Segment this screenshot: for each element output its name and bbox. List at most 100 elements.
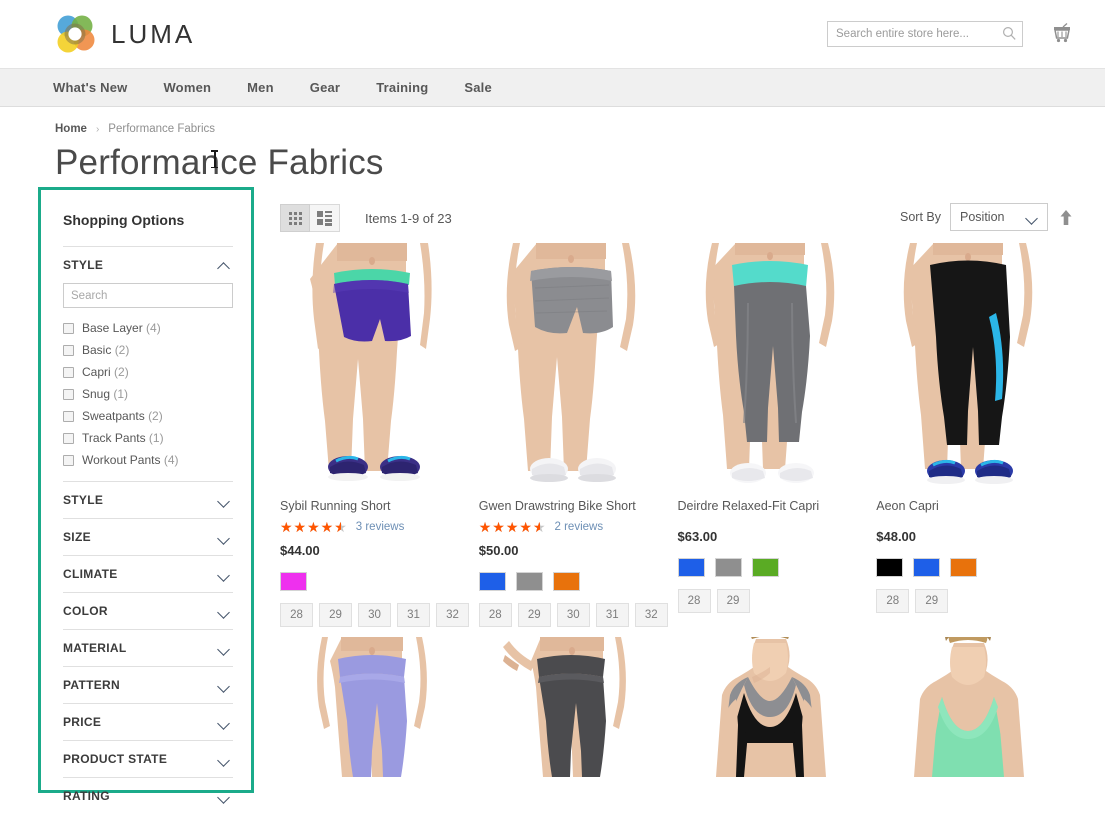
list-view-icon[interactable] xyxy=(310,204,340,232)
color-swatch[interactable] xyxy=(751,558,779,577)
product-image-gray-bike-shorts[interactable] xyxy=(478,243,663,486)
nav-item-gear[interactable]: Gear xyxy=(310,80,340,95)
checkbox-track-pants[interactable] xyxy=(63,432,74,444)
sort-by-select[interactable]: Position xyxy=(950,203,1048,231)
product-name[interactable]: Deirdre Relaxed-Fit Capri xyxy=(678,499,873,513)
filter-material[interactable]: MATERIAL xyxy=(63,629,233,666)
size-option[interactable]: 31 xyxy=(595,603,629,627)
product-name[interactable]: Sybil Running Short xyxy=(280,499,475,513)
product-name[interactable]: Aeon Capri xyxy=(876,499,1071,513)
nav-item-whats-new[interactable]: What's New xyxy=(53,80,127,95)
color-swatch[interactable] xyxy=(552,572,580,591)
size-option[interactable]: 30 xyxy=(556,603,590,627)
size-option[interactable]: 28 xyxy=(876,589,910,613)
product-image-gray-capri[interactable] xyxy=(677,243,862,486)
filter-price-header[interactable]: PRICE xyxy=(63,704,233,740)
chevron-down-icon[interactable] xyxy=(218,792,231,801)
filter-rating-header[interactable]: RATING xyxy=(63,778,233,814)
product-image-light-purple-leggings[interactable] xyxy=(280,637,464,777)
color-swatch[interactable] xyxy=(714,558,742,577)
chevron-down-icon[interactable] xyxy=(218,718,231,727)
color-swatch[interactable] xyxy=(677,558,705,577)
size-option[interactable]: 29 xyxy=(915,589,949,613)
size-option[interactable]: 30 xyxy=(358,603,391,627)
color-swatch[interactable] xyxy=(515,572,543,591)
filter-price[interactable]: PRICE xyxy=(63,703,233,740)
chevron-down-icon[interactable] xyxy=(218,607,231,616)
product-image-dark-gray-leggings[interactable] xyxy=(478,637,663,777)
product-image-mint-tank-top[interactable] xyxy=(876,637,1061,777)
size-option[interactable]: 28 xyxy=(280,603,313,627)
filter-color-header[interactable]: COLOR xyxy=(63,593,233,629)
filter-color[interactable]: COLOR xyxy=(63,592,233,629)
nav-item-men[interactable]: Men xyxy=(247,80,274,95)
checkbox-sweatpants[interactable] xyxy=(63,410,74,422)
filter-option-track-pants[interactable]: Track Pants (1) xyxy=(63,427,233,449)
size-option[interactable]: 29 xyxy=(716,589,750,613)
filter-rating[interactable]: RATING xyxy=(63,777,233,814)
size-option[interactable]: 29 xyxy=(517,603,551,627)
filter-option-basic[interactable]: Basic (2) xyxy=(63,339,233,361)
filter-climate-header[interactable]: CLIMATE xyxy=(63,556,233,592)
chevron-down-icon[interactable] xyxy=(218,570,231,579)
filter-style-header-collapsed[interactable]: STYLE xyxy=(63,482,233,518)
color-swatch[interactable] xyxy=(876,558,904,577)
chevron-down-icon[interactable] xyxy=(218,496,231,505)
filter-option-sweatpants[interactable]: Sweatpants (2) xyxy=(63,405,233,427)
filter-option-snug[interactable]: Snug (1) xyxy=(63,383,233,405)
chevron-down-icon[interactable] xyxy=(218,681,231,690)
filter-style[interactable]: STYLE xyxy=(63,481,233,518)
color-swatch[interactable] xyxy=(280,572,307,591)
breadcrumb-home[interactable]: Home xyxy=(55,123,87,135)
filter-option-workout-pants[interactable]: Workout Pants (4) xyxy=(63,449,233,471)
star-rating-icon[interactable]: ★★★★★ ★★★★★ xyxy=(280,520,348,534)
nav-item-women[interactable]: Women xyxy=(163,80,211,95)
filter-style-label: STYLE xyxy=(63,258,104,272)
size-option[interactable]: 29 xyxy=(319,603,352,627)
size-option[interactable]: 31 xyxy=(397,603,430,627)
filter-product-state-header[interactable]: PRODUCT STATE xyxy=(63,741,233,777)
filter-size-header[interactable]: SIZE xyxy=(63,519,233,555)
filter-material-header[interactable]: MATERIAL xyxy=(63,630,233,666)
color-swatch[interactable] xyxy=(913,558,941,577)
size-option[interactable]: 32 xyxy=(436,603,469,627)
nav-item-sale[interactable]: Sale xyxy=(464,80,492,95)
chevron-up-icon[interactable] xyxy=(218,261,231,270)
chevron-down-icon[interactable] xyxy=(218,644,231,653)
filter-style-header[interactable]: STYLE xyxy=(63,247,233,283)
sort-direction-button[interactable] xyxy=(1057,207,1075,227)
color-swatch[interactable] xyxy=(478,572,506,591)
logo[interactable]: LUMA xyxy=(53,12,195,56)
star-rating-icon[interactable]: ★★★★★ ★★★★★ xyxy=(479,520,547,534)
nav-item-training[interactable]: Training xyxy=(376,80,428,95)
shopping-cart-icon[interactable] xyxy=(1049,20,1075,46)
search-icon[interactable] xyxy=(1002,26,1017,41)
filter-size[interactable]: SIZE xyxy=(63,518,233,555)
reviews-link[interactable]: 3 reviews xyxy=(356,521,405,533)
grid-view-icon[interactable] xyxy=(280,204,310,232)
checkbox-basic[interactable] xyxy=(63,344,74,356)
filter-style-search-input[interactable] xyxy=(63,283,233,308)
product-image-black-tank-top[interactable] xyxy=(677,637,862,777)
chevron-down-icon[interactable] xyxy=(218,533,231,542)
chevron-down-icon[interactable] xyxy=(218,755,231,764)
color-swatch[interactable] xyxy=(950,558,978,577)
size-option[interactable]: 28 xyxy=(478,603,512,627)
filter-product-state[interactable]: PRODUCT STATE xyxy=(63,740,233,777)
checkbox-snug[interactable] xyxy=(63,388,74,400)
size-option[interactable]: 28 xyxy=(677,589,711,613)
checkbox-base-layer[interactable] xyxy=(63,322,74,334)
product-name[interactable]: Gwen Drawstring Bike Short xyxy=(479,499,674,513)
product-image-black-capri[interactable] xyxy=(876,243,1061,486)
size-option[interactable]: 32 xyxy=(634,603,668,627)
filter-climate[interactable]: CLIMATE xyxy=(63,555,233,592)
filter-pattern-header[interactable]: PATTERN xyxy=(63,667,233,703)
reviews-link[interactable]: 2 reviews xyxy=(555,521,604,533)
filter-pattern[interactable]: PATTERN xyxy=(63,666,233,703)
product-image-purple-running-shorts[interactable] xyxy=(280,243,464,486)
search-input[interactable] xyxy=(827,21,1023,47)
checkbox-workout-pants[interactable] xyxy=(63,454,74,466)
filter-option-base-layer[interactable]: Base Layer (4) xyxy=(63,317,233,339)
checkbox-capri[interactable] xyxy=(63,366,74,378)
filter-option-capri[interactable]: Capri (2) xyxy=(63,361,233,383)
